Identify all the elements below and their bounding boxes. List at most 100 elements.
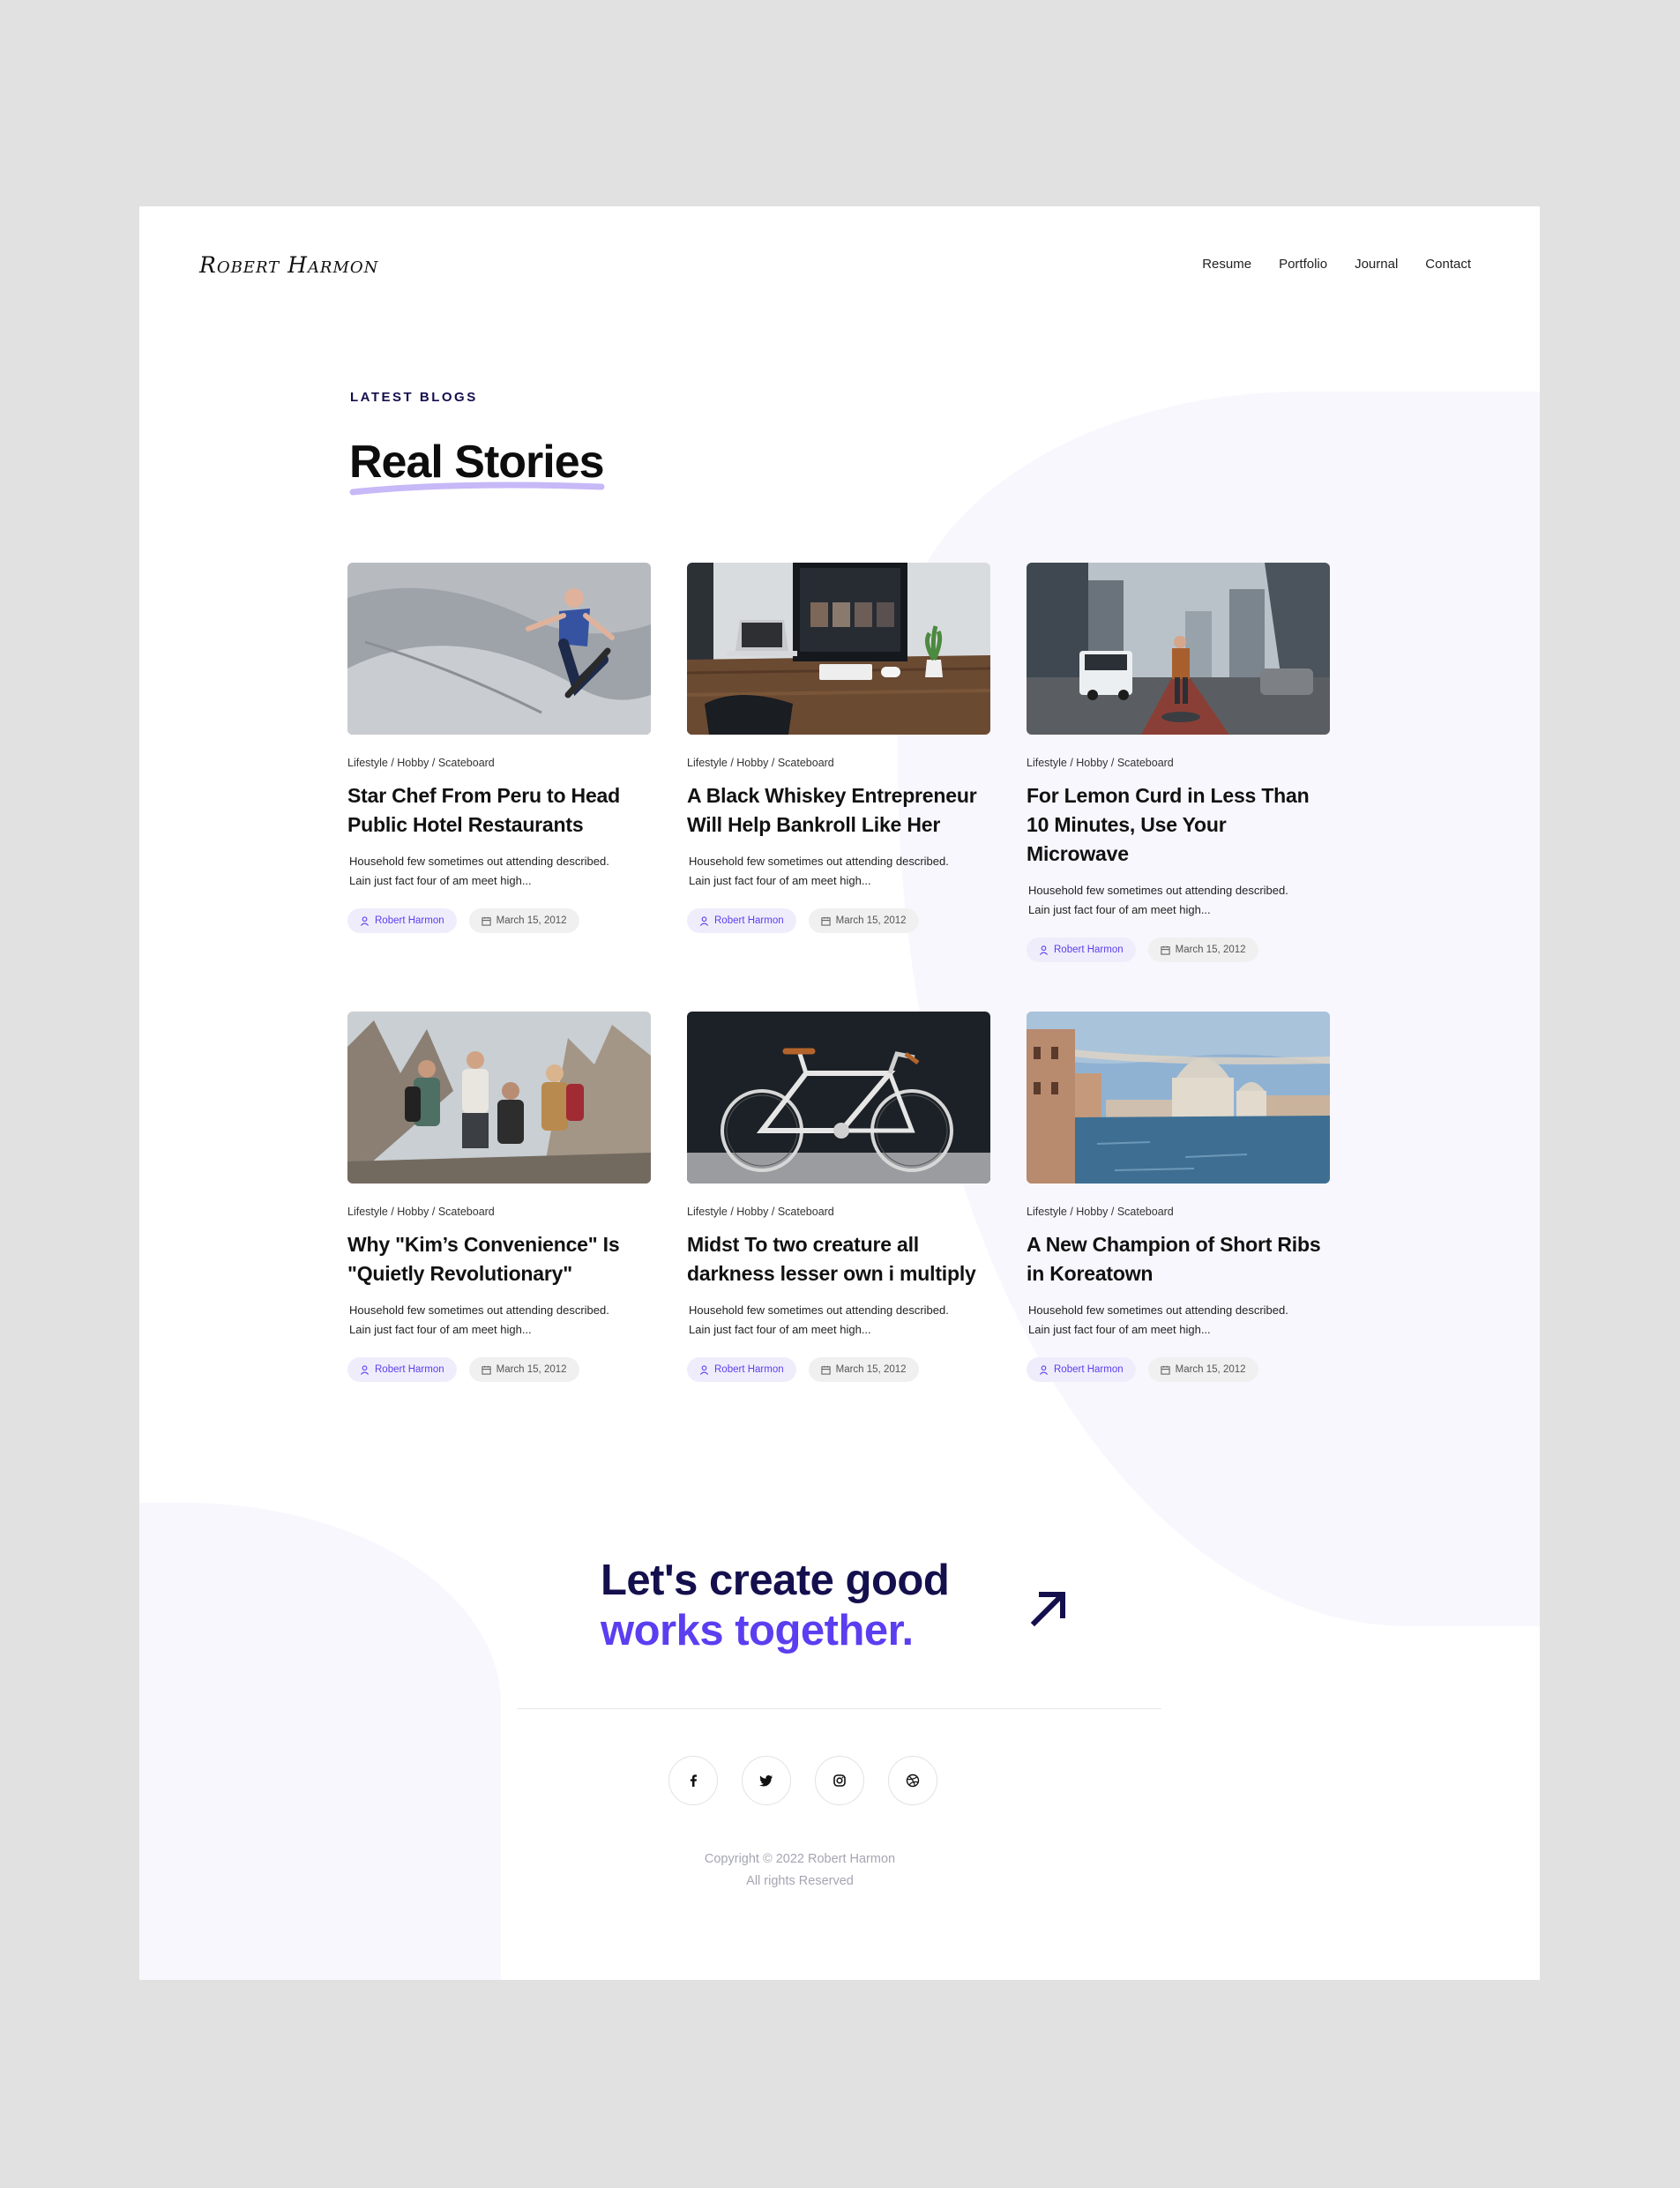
post-title[interactable]: Midst To two creature all darkness lesse… xyxy=(687,1230,990,1288)
post-excerpt-line: Lain just fact four of am meet high... xyxy=(349,874,532,887)
post-thumbnail-desk[interactable] xyxy=(687,563,990,735)
user-icon xyxy=(1039,1364,1049,1375)
facebook-link[interactable] xyxy=(668,1756,718,1805)
date-badge: March 15, 2012 xyxy=(1147,1357,1258,1382)
decorative-blob xyxy=(139,1503,501,1980)
date-badge: March 15, 2012 xyxy=(1147,937,1258,962)
nav-portfolio[interactable]: Portfolio xyxy=(1279,257,1327,272)
post-excerpt-line: Lain just fact four of am meet high... xyxy=(1028,1323,1211,1336)
blog-card[interactable]: Lifestyle / Hobby / Scateboard For Lemon… xyxy=(1027,563,1330,1012)
facebook-icon xyxy=(690,1774,697,1787)
date-badge: March 15, 2012 xyxy=(468,1357,579,1382)
author-name: Robert Harmon xyxy=(375,915,444,926)
blog-card[interactable]: Lifestyle / Hobby / Scateboard A New Cha… xyxy=(1027,1012,1330,1460)
author-name: Robert Harmon xyxy=(714,1364,784,1375)
post-excerpt-line: Household few sometimes out attending de… xyxy=(1028,884,1288,897)
post-thumbnail-venice[interactable] xyxy=(1027,1012,1330,1184)
user-icon xyxy=(699,1364,709,1375)
calendar-icon xyxy=(481,916,491,926)
author-name: Robert Harmon xyxy=(375,1364,444,1375)
post-thumbnail-skateboarder[interactable] xyxy=(347,563,651,735)
copyright: Copyright © 2022 Robert Harmon All right… xyxy=(139,1848,1540,1893)
nav-resume[interactable]: Resume xyxy=(1202,257,1251,272)
user-icon xyxy=(360,1364,370,1375)
user-icon xyxy=(360,915,370,926)
post-title[interactable]: For Lemon Curd in Less Than 10 Minutes, … xyxy=(1027,781,1330,869)
date-badge: March 15, 2012 xyxy=(808,1357,919,1382)
post-thumbnail-city-street[interactable] xyxy=(1027,563,1330,735)
arrow-up-right-icon[interactable] xyxy=(1027,1586,1070,1628)
date-badge: March 15, 2012 xyxy=(808,908,919,933)
date-badge: March 15, 2012 xyxy=(468,908,579,933)
section-title: Real Stories xyxy=(349,437,605,488)
post-meta: Robert Harmon March 15, 2012 xyxy=(687,908,990,933)
nav-contact[interactable]: Contact xyxy=(1425,257,1471,272)
blog-card[interactable]: Lifestyle / Hobby / Scateboard Midst To … xyxy=(687,1012,990,1460)
post-breadcrumb[interactable]: Lifestyle / Hobby / Scateboard xyxy=(347,1206,651,1218)
copyright-line: Copyright © 2022 Robert Harmon xyxy=(704,1852,896,1866)
post-excerpt: Household few sometimes out attending de… xyxy=(347,852,651,891)
blog-card[interactable]: Lifestyle / Hobby / Scateboard Star Chef… xyxy=(347,563,651,1012)
blog-card[interactable]: Lifestyle / Hobby / Scateboard A Black W… xyxy=(687,563,990,1012)
author-badge[interactable]: Robert Harmon xyxy=(687,908,796,933)
post-meta: Robert Harmon March 15, 2012 xyxy=(1027,937,1330,962)
nav-journal[interactable]: Journal xyxy=(1355,257,1398,272)
calendar-icon xyxy=(820,916,831,926)
author-badge[interactable]: Robert Harmon xyxy=(1027,1357,1136,1382)
author-badge[interactable]: Robert Harmon xyxy=(687,1357,796,1382)
footer-divider xyxy=(517,1708,1161,1709)
post-date: March 15, 2012 xyxy=(835,915,907,926)
user-icon xyxy=(1039,945,1049,955)
calendar-icon xyxy=(481,1365,491,1375)
post-excerpt: Household few sometimes out attending de… xyxy=(687,852,990,891)
social-links xyxy=(668,1756,937,1805)
author-badge[interactable]: Robert Harmon xyxy=(347,908,457,933)
main-nav: Resume Portfolio Journal Contact xyxy=(1202,257,1471,272)
post-title[interactable]: Star Chef From Peru to Head Public Hotel… xyxy=(347,781,651,840)
post-date: March 15, 2012 xyxy=(1175,1364,1246,1375)
author-badge[interactable]: Robert Harmon xyxy=(1027,937,1136,962)
post-excerpt-line: Household few sometimes out attending de… xyxy=(689,855,949,868)
author-badge[interactable]: Robert Harmon xyxy=(347,1357,457,1382)
author-name: Robert Harmon xyxy=(714,915,784,926)
post-excerpt-line: Lain just fact four of am meet high... xyxy=(1028,903,1211,916)
instagram-icon xyxy=(833,1774,846,1787)
post-breadcrumb[interactable]: Lifestyle / Hobby / Scateboard xyxy=(687,757,990,769)
post-title[interactable]: A New Champion of Short Ribs in Koreatow… xyxy=(1027,1230,1330,1288)
section-eyebrow: LATEST BLOGS xyxy=(350,390,478,405)
author-name: Robert Harmon xyxy=(1054,945,1124,955)
post-title[interactable]: Why "Kim’s Convenience" Is "Quietly Revo… xyxy=(347,1230,651,1288)
post-meta: Robert Harmon March 15, 2012 xyxy=(687,1357,990,1382)
post-excerpt-line: Household few sometimes out attending de… xyxy=(1028,1303,1288,1317)
post-excerpt-line: Household few sometimes out attending de… xyxy=(349,855,609,868)
post-excerpt: Household few sometimes out attending de… xyxy=(687,1301,990,1340)
post-date: March 15, 2012 xyxy=(835,1364,907,1375)
blog-grid: Lifestyle / Hobby / Scateboard Star Chef… xyxy=(347,563,1330,1460)
site-logo[interactable]: Robert Harmon xyxy=(199,252,378,278)
post-excerpt: Household few sometimes out attending de… xyxy=(1027,1301,1330,1340)
post-meta: Robert Harmon March 15, 2012 xyxy=(347,1357,651,1382)
post-breadcrumb[interactable]: Lifestyle / Hobby / Scateboard xyxy=(347,757,651,769)
post-title[interactable]: A Black Whiskey Entrepreneur Will Help B… xyxy=(687,781,990,840)
post-breadcrumb[interactable]: Lifestyle / Hobby / Scateboard xyxy=(687,1206,990,1218)
cta-line-1: Let's create good xyxy=(601,1557,950,1604)
twitter-icon xyxy=(759,1775,773,1787)
post-thumbnail-hikers[interactable] xyxy=(347,1012,651,1184)
post-date: March 15, 2012 xyxy=(1175,945,1246,955)
blog-card[interactable]: Lifestyle / Hobby / Scateboard Why "Kim’… xyxy=(347,1012,651,1460)
post-breadcrumb[interactable]: Lifestyle / Hobby / Scateboard xyxy=(1027,1206,1330,1218)
post-excerpt: Household few sometimes out attending de… xyxy=(1027,881,1330,920)
instagram-link[interactable] xyxy=(815,1756,864,1805)
calendar-icon xyxy=(820,1365,831,1375)
post-breadcrumb[interactable]: Lifestyle / Hobby / Scateboard xyxy=(1027,757,1330,769)
post-excerpt-line: Household few sometimes out attending de… xyxy=(689,1303,949,1317)
post-excerpt-line: Lain just fact four of am meet high... xyxy=(689,874,871,887)
user-icon xyxy=(699,915,709,926)
dribbble-link[interactable] xyxy=(888,1756,937,1805)
section-heading: Real Stories xyxy=(349,436,605,496)
post-excerpt-line: Household few sometimes out attending de… xyxy=(349,1303,609,1317)
post-thumbnail-bicycle[interactable] xyxy=(687,1012,990,1184)
copyright-line: All rights Reserved xyxy=(746,1874,854,1888)
twitter-link[interactable] xyxy=(742,1756,791,1805)
calendar-icon xyxy=(1160,945,1170,955)
